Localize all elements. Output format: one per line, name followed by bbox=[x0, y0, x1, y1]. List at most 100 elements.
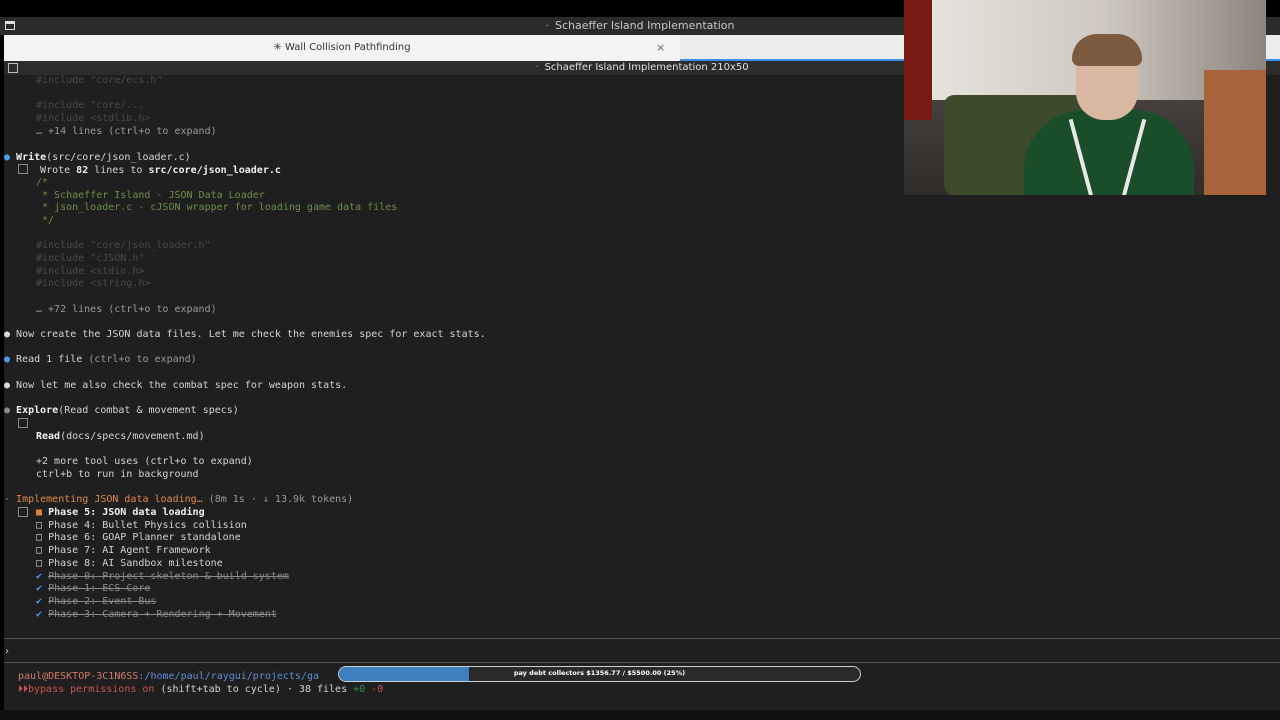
todo-text: Phase 2: Event Bus bbox=[48, 595, 157, 607]
write-tool-arg: (src/core/json_loader.c) bbox=[46, 152, 191, 163]
result-branch-icon bbox=[18, 418, 28, 428]
result-branch-icon bbox=[18, 164, 28, 174]
read-hint[interactable]: (ctrl+o to expand) bbox=[88, 354, 196, 365]
tab-close-icon[interactable]: × bbox=[656, 41, 665, 54]
status-meta: (8m 1s · ↓ 13.9k tokens) bbox=[202, 494, 354, 505]
empty-square-icon: □ bbox=[36, 557, 43, 569]
tab-label: ✳ Wall Collision Pathfinding bbox=[273, 42, 411, 53]
todo-text: Phase 5: JSON data loading bbox=[48, 507, 205, 518]
pane-title-text: Schaeffer Island Implementation 210x50 bbox=[544, 62, 749, 73]
pane-dot: · bbox=[535, 62, 539, 73]
permission-icon: ⏵⏵ bbox=[18, 684, 28, 695]
expand-hint[interactable]: … +14 lines (ctrl+o to expand) bbox=[36, 126, 217, 139]
shell-prompt: paul@DESKTOP-3C1N6SS:/home/paul/raygui/p… bbox=[18, 671, 319, 684]
todo-item: □ Phase 7: AI Agent Framework bbox=[36, 545, 211, 558]
permission-mode[interactable]: bypass permissions on bbox=[28, 684, 154, 695]
wrote-mid: lines to bbox=[88, 165, 149, 176]
permission-line: ⏵⏵bypass permissions on (shift+tab to cy… bbox=[18, 684, 383, 697]
shell-user: paul@DESKTOP-3C1N6SS bbox=[18, 671, 139, 682]
bottom-status-bar bbox=[0, 710, 1280, 720]
message-text: Now create the JSON data files. Let me c… bbox=[16, 329, 486, 340]
todo-text: Phase 6: GOAP Planner standalone bbox=[48, 532, 241, 544]
faded-code-line: #include "core/... bbox=[36, 100, 145, 111]
read-label: Read bbox=[16, 354, 41, 365]
faded-code-line: #include <stdlib.h> bbox=[36, 113, 151, 124]
assistant-message: ● Now let me also check the combat spec … bbox=[4, 380, 347, 393]
checkmark-icon: ✔ bbox=[36, 583, 43, 595]
title-dot: · bbox=[545, 19, 550, 32]
bullet-icon: ● bbox=[4, 329, 17, 340]
todo-item: ■ Phase 5: JSON data loading bbox=[36, 507, 205, 520]
todo-item: □ Phase 4: Bullet Physics collision bbox=[36, 520, 247, 533]
todo-item: □ Phase 8: AI Sandbox milestone bbox=[36, 558, 223, 571]
webcam-person-jacket bbox=[1024, 110, 1194, 195]
status-task: Implementing JSON data loading… bbox=[16, 494, 203, 505]
todo-text: Phase 0: Project skeleton & build system bbox=[48, 570, 289, 582]
progress-text: pay debt collectors $1356.77 / $5500.00 … bbox=[513, 669, 686, 677]
todo-text: Phase 1: ECS Core bbox=[48, 583, 151, 595]
todo-branch-icon bbox=[18, 507, 28, 517]
todo-text: Phase 8: AI Sandbox milestone bbox=[48, 557, 223, 569]
background-hint: ctrl+b to run in background bbox=[36, 469, 199, 480]
explore-tool-name: Explore bbox=[16, 405, 59, 416]
explore-branch bbox=[18, 418, 28, 431]
read-tool-line: ● Read 1 file (ctrl+o to expand) bbox=[4, 354, 197, 367]
wrote-count: 82 bbox=[76, 165, 89, 176]
todo-item: ✔ Phase 0: Project skeleton & build syst… bbox=[36, 571, 289, 584]
more-tools-hint[interactable]: +2 more tool uses (ctrl+o to expand) bbox=[36, 456, 253, 469]
webcam-curtain bbox=[904, 0, 932, 120]
webcam-overlay bbox=[904, 0, 1266, 195]
bullet-icon: ● bbox=[4, 380, 17, 391]
bullet-icon: ● bbox=[4, 405, 17, 416]
debt-progress-bar: pay debt collectors $1356.77 / $5500.00 … bbox=[338, 666, 861, 682]
todo-item: □ Phase 6: GOAP Planner standalone bbox=[36, 532, 241, 545]
faded-code-line: #include "cJSON.h" bbox=[36, 253, 145, 264]
faded-code-line: #include "core/json_loader.h" bbox=[36, 240, 211, 251]
input-divider-bottom bbox=[4, 662, 1280, 663]
todo-text: Phase 4: Bullet Physics collision bbox=[48, 519, 247, 531]
sub-read-tool: Read bbox=[36, 431, 61, 442]
read-rest: 1 file bbox=[40, 354, 89, 365]
faded-code-line: #include <string.h> bbox=[36, 278, 151, 289]
shell-path: :/home/paul/raygui/projects/ga bbox=[138, 671, 320, 682]
active-square-icon: ■ bbox=[36, 507, 43, 518]
tab-wall-collision[interactable]: ✳ Wall Collision Pathfinding × bbox=[4, 35, 680, 61]
explore-arg: (Read combat & movement specs) bbox=[58, 405, 239, 416]
diff-added: +0 bbox=[353, 684, 366, 695]
empty-square-icon: □ bbox=[36, 545, 43, 557]
code-line: * json_loader.c - cJSON wrapper for load… bbox=[36, 202, 398, 213]
code-line: */ bbox=[36, 215, 55, 226]
write-tool-name: Write bbox=[16, 152, 47, 163]
todo-item: ✔ Phase 1: ECS Core bbox=[36, 583, 150, 596]
empty-square-icon: □ bbox=[36, 532, 43, 544]
diff-removed: -0 bbox=[371, 684, 384, 695]
checkmark-icon: ✔ bbox=[36, 570, 43, 582]
checkmark-icon: ✔ bbox=[36, 608, 43, 620]
bullet-icon: ● bbox=[4, 152, 17, 163]
permission-hint: (shift+tab to cycle) · 38 files bbox=[154, 684, 354, 695]
spinner-icon: · bbox=[4, 494, 17, 505]
todo-text: Phase 3: Camera + Rendering + Movement bbox=[48, 608, 277, 620]
assistant-message: ● Now create the JSON data files. Let me… bbox=[4, 329, 486, 342]
write-result-line: Wrote 82 lines to src/core/json_loader.c bbox=[18, 164, 281, 177]
input-prompt[interactable]: › bbox=[4, 646, 10, 659]
sub-read-line: Read(docs/specs/movement.md) bbox=[36, 431, 205, 444]
expand-hint[interactable]: … +72 lines (ctrl+o to expand) bbox=[36, 304, 217, 317]
window-title-text: Schaeffer Island Implementation bbox=[555, 19, 735, 32]
todo-item: ✔ Phase 2: Event Bus bbox=[36, 596, 156, 609]
todo-branch bbox=[18, 507, 28, 520]
message-text: Now let me also check the combat spec fo… bbox=[16, 380, 348, 391]
wrote-file: src/core/json_loader.c bbox=[148, 165, 281, 176]
empty-square-icon: □ bbox=[36, 519, 43, 531]
webcam-person-hair bbox=[1072, 34, 1142, 66]
todo-text: Phase 7: AI Agent Framework bbox=[48, 545, 211, 557]
code-line: /* bbox=[36, 177, 49, 188]
sub-read-arg: (docs/specs/movement.md) bbox=[60, 431, 205, 442]
faded-code-line: #include "core/ecs.h" bbox=[36, 75, 163, 86]
checkmark-icon: ✔ bbox=[36, 595, 43, 607]
bullet-icon: ● bbox=[4, 354, 17, 365]
webcam-shelf bbox=[1204, 70, 1266, 195]
todo-item: ✔ Phase 3: Camera + Rendering + Movement bbox=[36, 609, 277, 622]
wrote-prefix: Wrote bbox=[40, 165, 77, 176]
status-line: · Implementing JSON data loading… (8m 1s… bbox=[4, 494, 353, 507]
